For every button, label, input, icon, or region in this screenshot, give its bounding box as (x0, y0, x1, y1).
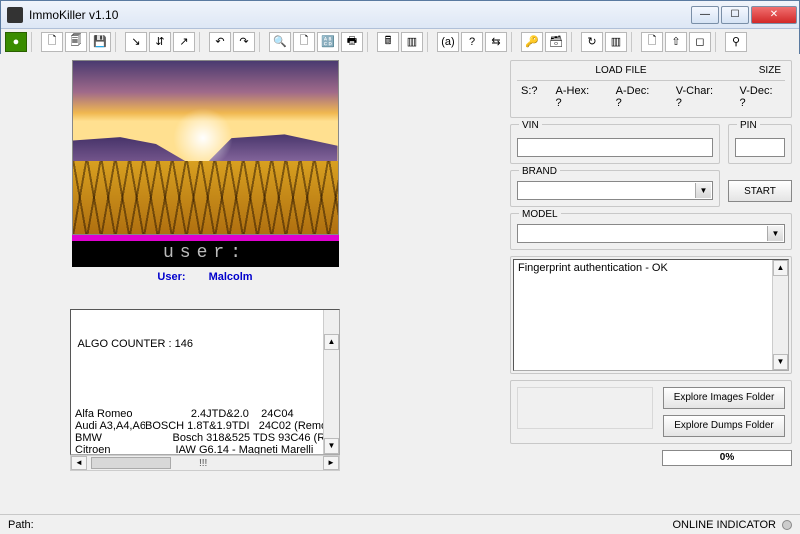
algo-brand: BMW (75, 432, 145, 444)
toolbar-print-button[interactable]: 🖶 (341, 32, 363, 52)
toolbar-page-button[interactable]: 🗋 (293, 32, 315, 52)
scroll-thumb[interactable] (91, 457, 171, 469)
model-combo[interactable]: ▼ (517, 224, 785, 243)
algo-counter-header: ALGO COUNTER : 146 (75, 338, 335, 350)
algo-brand: Alfa Romeo (75, 408, 145, 420)
scroll-label: !!! (199, 458, 207, 469)
toolbar-find-button[interactable]: 🔍 (269, 32, 291, 52)
scroll-right-icon[interactable]: ► (323, 456, 339, 470)
model-label: MODEL (519, 209, 561, 220)
algo-desc: BOSCH 1.8T&1.9TDI 24C02 (Remove (145, 420, 335, 432)
brand-combo[interactable]: ▼ (517, 181, 713, 200)
toolbar-redo-button[interactable]: ↷ (233, 32, 255, 52)
toolbar-grid-button[interactable]: ▥ (401, 32, 423, 52)
explore-images-button[interactable]: Explore Images Folder (663, 387, 785, 409)
algo-brand: Audi A3,A4,A6 (75, 420, 145, 432)
log-vertical-scrollbar[interactable]: ▲ ▼ (772, 260, 788, 370)
file-info-group: LOAD FILE SIZE S:? A-Hex: ? A-Dec: ? V-C… (510, 60, 792, 118)
size-label: SIZE (721, 65, 781, 76)
vin-input[interactable] (517, 138, 713, 157)
log-textbox[interactable]: Fingerprint authentication - OK ▲ ▼ (513, 259, 789, 371)
window-close-button[interactable]: ✕ (751, 6, 797, 24)
explore-group: Explore Images Folder Explore Dumps Fold… (510, 380, 792, 444)
splash-image (72, 60, 339, 235)
algo-list-row[interactable]: Audi A3,A4,A6BOSCH 1.8T&1.9TDI 24C02 (Re… (75, 420, 335, 432)
window-titlebar: ImmoKiller v1.10 — ☐ ✕ (1, 1, 799, 29)
pin-group: PIN (728, 124, 792, 164)
decode-vdec: V-Dec: ? (740, 85, 782, 109)
toolbar-transfer-button[interactable]: ⇆ (485, 32, 507, 52)
toolbar-export-button[interactable]: ↗ (173, 32, 195, 52)
toolbar-info-button[interactable]: ⚲ (725, 32, 747, 52)
toolbar-swap-button[interactable]: ⇵ (149, 32, 171, 52)
algo-horizontal-scrollbar[interactable]: ◄ !!! ► (70, 455, 340, 471)
pin-label: PIN (737, 120, 760, 131)
algo-desc: Bosch 318&525 TDS 93C46 (Remove (145, 432, 335, 444)
scroll-down-icon[interactable]: ▼ (773, 354, 788, 370)
decode-s: S:? (521, 85, 538, 109)
vin-group: VIN (510, 124, 720, 164)
toolbar-save-button[interactable]: 💾 (89, 32, 111, 52)
toolbar-new-button[interactable]: 🗋 (41, 32, 63, 52)
toolbar-db-button[interactable]: 🗃 (545, 32, 567, 52)
toolbar-calc-button[interactable]: 🖩 (377, 32, 399, 52)
main-toolbar: ● 🗋 🗐 💾 ↘ ⇵ ↗ ↶ ↷ 🔍 🗋 🔠 🖶 🖩 ▥ (a) ? ⇆ 🔑 … (1, 29, 799, 55)
algo-listbox[interactable]: ALGO COUNTER : 146 Alfa Romeo 2.4JTD&2.0… (70, 309, 340, 455)
brand-label: BRAND (519, 166, 560, 177)
chevron-down-icon[interactable]: ▼ (695, 183, 711, 198)
start-button[interactable]: START (728, 180, 792, 202)
user-line: User: Malcolm (10, 271, 400, 283)
algo-list-row[interactable]: Citroen IAW G6.14 - Magneti Marelli (75, 444, 335, 455)
scroll-up-icon[interactable]: ▲ (773, 260, 788, 276)
window-minimize-button[interactable]: — (691, 6, 719, 24)
toolbar-help-button[interactable]: ? (461, 32, 483, 52)
algo-desc: IAW G6.14 - Magneti Marelli (145, 444, 335, 455)
path-label: Path: (8, 519, 34, 531)
progress-bar: 0% (662, 450, 792, 466)
banner-text: user: (72, 239, 339, 267)
status-bar: Path: ONLINE INDICATOR (0, 514, 800, 534)
algo-brand: Citroen (75, 444, 145, 455)
scroll-left-icon[interactable]: ◄ (71, 456, 87, 470)
bulb-icon (782, 520, 792, 530)
app-icon (7, 7, 23, 23)
decode-vchar: V-Char: ? (676, 85, 722, 109)
vin-label: VIN (519, 120, 542, 131)
toolbar-doc-button[interactable]: 🗋 (641, 32, 663, 52)
toolbar-undo-button[interactable]: ↶ (209, 32, 231, 52)
brand-group: BRAND ▼ (510, 170, 720, 207)
explore-dumps-button[interactable]: Explore Dumps Folder (663, 415, 785, 437)
toolbar-font-button[interactable]: 🔠 (317, 32, 339, 52)
scroll-down-icon[interactable]: ▼ (324, 438, 339, 454)
log-group: Fingerprint authentication - OK ▲ ▼ (510, 256, 792, 374)
toolbar-open-button[interactable]: 🗐 (65, 32, 87, 52)
toolbar-refresh-button[interactable]: ↻ (581, 32, 603, 52)
user-name: Malcolm (209, 271, 253, 283)
window-title: ImmoKiller v1.10 (29, 8, 689, 22)
toolbar-key-button[interactable]: 🔑 (521, 32, 543, 52)
scroll-up-icon[interactable]: ▲ (324, 334, 339, 350)
toolbar-import-button[interactable]: ↘ (125, 32, 147, 52)
preview-placeholder (517, 387, 653, 429)
toolbar-layout-button[interactable]: ▥ (605, 32, 627, 52)
window-maximize-button[interactable]: ☐ (721, 6, 749, 24)
chevron-down-icon[interactable]: ▼ (767, 226, 783, 241)
pin-input[interactable] (735, 138, 785, 157)
user-label: User: (157, 271, 185, 283)
algo-vertical-scrollbar[interactable]: ▲ ▼ (323, 310, 339, 454)
algo-desc: 2.4JTD&2.0 24C04 (145, 408, 335, 420)
algo-list-row[interactable]: Alfa Romeo 2.4JTD&2.0 24C04 (75, 408, 335, 420)
algo-list-row[interactable]: BMW Bosch 318&525 TDS 93C46 (Remove (75, 432, 335, 444)
model-group: MODEL ▼ (510, 213, 792, 250)
toolbar-up-button[interactable]: ⇧ (665, 32, 687, 52)
toolbar-ascii-button[interactable]: (a) (437, 32, 459, 52)
loadfile-label: LOAD FILE (521, 65, 721, 76)
toolbar-select-button[interactable]: ◻ (689, 32, 711, 52)
toolbar-connect-button[interactable]: ● (5, 32, 27, 52)
decode-adec: A-Dec: ? (616, 85, 658, 109)
log-line: Fingerprint authentication - OK (518, 262, 668, 274)
online-indicator-label: ONLINE INDICATOR (673, 519, 777, 531)
decode-ahex: A-Hex: ? (556, 85, 598, 109)
